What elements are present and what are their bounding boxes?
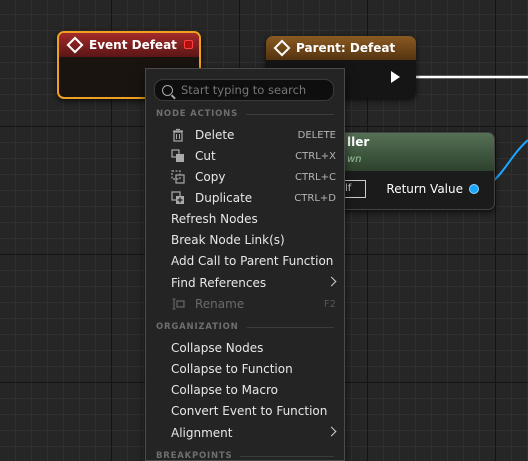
menu-item-duplicate-label: Duplicate: [195, 191, 253, 205]
menu-item-duplicate-shortcut: CTRL+D: [294, 192, 336, 204]
menu-item-delete-label: Delete: [195, 128, 235, 142]
section-node-actions: NODE ACTIONS: [156, 109, 334, 119]
menu-item-cut-label: Cut: [195, 149, 216, 163]
menu-item-cut-shortcut: CTRL+X: [295, 150, 336, 162]
function-icon: [273, 39, 291, 57]
duplicate-icon: [171, 191, 184, 204]
menu-item-copy-shortcut: CTRL+C: [295, 171, 336, 183]
parent-node-header[interactable]: Parent: Defeat: [266, 36, 416, 60]
section-breakpoints: BREAKPOINTS: [156, 451, 334, 460]
exec-out-pin-icon[interactable]: [391, 71, 400, 83]
menu-item-break-node-links[interactable]: Break Node Link(s): [146, 230, 344, 250]
context-menu: NODE ACTIONS Delete DELETE Cut CTRL+X Co…: [145, 68, 345, 461]
menu-item-collapse-to-function[interactable]: Collapse to Function: [146, 359, 344, 379]
search-icon: [162, 84, 173, 96]
pure-node-title: ller: [347, 135, 370, 149]
parent-node-title: Parent: Defeat: [296, 41, 396, 55]
copy-icon: [171, 170, 185, 184]
menu-item-delete[interactable]: Delete DELETE: [146, 125, 344, 145]
section-organization: ORGANIZATION: [156, 322, 334, 332]
menu-item-rename: Rename F2: [146, 294, 344, 314]
pure-node-subtitle: wn: [347, 154, 362, 165]
menu-item-copy-label: Copy: [195, 170, 226, 184]
return-value-label: Return Value: [386, 182, 463, 196]
rename-icon: [172, 298, 185, 310]
cut-icon: [171, 149, 184, 162]
menu-item-add-call-to-parent[interactable]: Add Call to Parent Function: [146, 251, 344, 271]
menu-item-duplicate[interactable]: Duplicate CTRL+D: [146, 188, 344, 208]
event-node-header[interactable]: Event Defeat: [59, 33, 199, 57]
search-input[interactable]: [181, 83, 331, 97]
menu-item-refresh-nodes[interactable]: Refresh Nodes: [146, 209, 344, 229]
menu-item-find-references[interactable]: Find References: [146, 273, 344, 293]
return-value-pin-icon[interactable]: [469, 184, 479, 194]
menu-item-copy[interactable]: Copy CTRL+C: [146, 167, 344, 187]
trash-icon: [173, 128, 183, 142]
menu-item-convert-event-to-function[interactable]: Convert Event to Function: [146, 401, 344, 421]
chevron-right-icon: [326, 426, 337, 437]
delegate-pin-icon[interactable]: [184, 40, 193, 49]
menu-item-collapse-to-macro[interactable]: Collapse to Macro: [146, 380, 344, 400]
event-icon: [66, 36, 84, 54]
menu-item-delete-shortcut: DELETE: [297, 129, 336, 141]
menu-item-collapse-nodes[interactable]: Collapse Nodes: [146, 338, 344, 358]
menu-item-alignment[interactable]: Alignment: [146, 423, 344, 443]
chevron-right-icon: [326, 276, 337, 287]
search-box[interactable]: [154, 79, 334, 101]
menu-item-cut[interactable]: Cut CTRL+X: [146, 146, 344, 166]
event-node-title: Event Defeat: [89, 38, 177, 52]
